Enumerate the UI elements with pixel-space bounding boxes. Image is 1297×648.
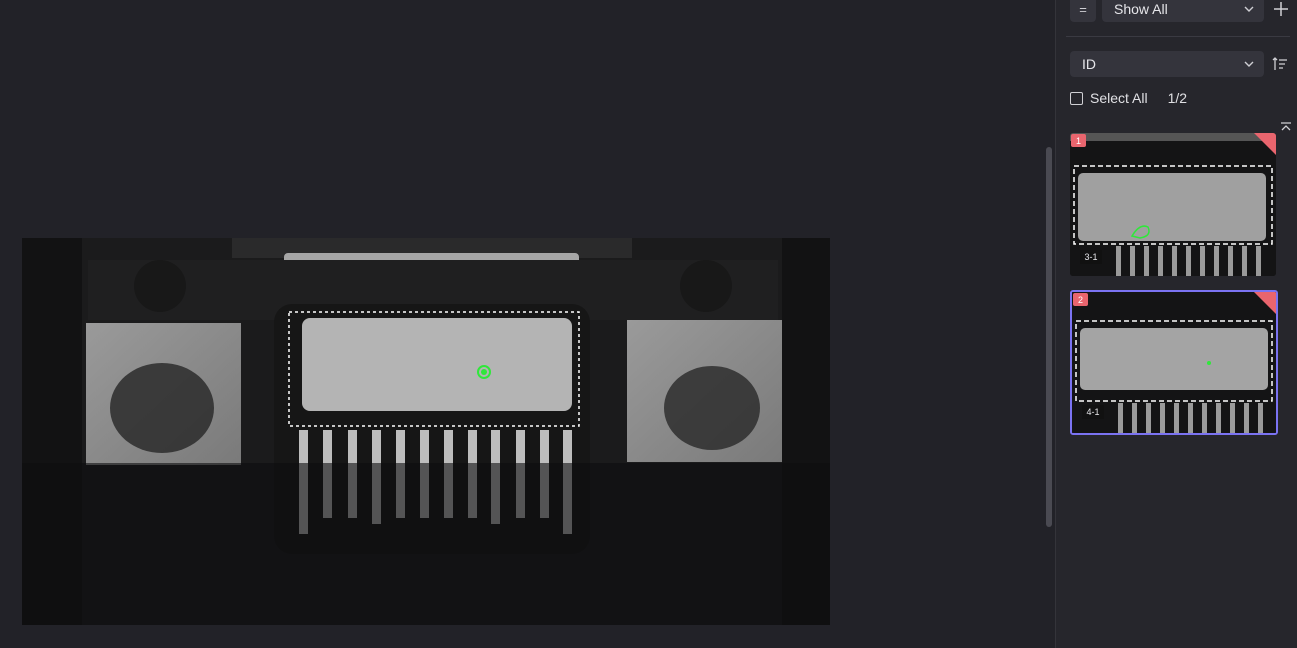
sort-select-value: ID xyxy=(1082,56,1096,72)
select-all-checkbox[interactable] xyxy=(1070,91,1083,105)
chevron-down-icon xyxy=(1244,6,1254,12)
flag-icon xyxy=(1254,133,1276,155)
sort-order-icon[interactable] xyxy=(1272,56,1288,72)
filter-select-value: Show All xyxy=(1114,1,1168,17)
selection-count: 1/2 xyxy=(1167,90,1188,106)
collapse-up-icon[interactable] xyxy=(1280,122,1292,132)
result-thumbnail[interactable]: 1 3-1 xyxy=(1070,133,1276,276)
image-viewer[interactable] xyxy=(0,0,1044,648)
connector-image xyxy=(22,238,830,625)
thumbnail-label: 3-1 xyxy=(1080,250,1102,264)
result-thumbnail-selected[interactable]: 2 4-1 xyxy=(1070,290,1278,435)
thumbnail-index: 2 xyxy=(1073,293,1088,306)
chevron-down-icon xyxy=(1244,61,1254,67)
filter-select[interactable]: Show All xyxy=(1102,0,1264,22)
flag-icon xyxy=(1254,292,1276,314)
add-icon[interactable] xyxy=(1272,0,1290,18)
vertical-scrollbar[interactable] xyxy=(1044,0,1055,648)
sort-select[interactable]: ID xyxy=(1070,51,1264,77)
thumbnail-label: 4-1 xyxy=(1082,405,1104,419)
results-panel: = Show All ID Select All 1/2 1 3-1 2 4-1 xyxy=(1055,0,1297,648)
divider xyxy=(1066,36,1290,37)
thumbnail-index: 1 xyxy=(1071,134,1086,147)
inspection-image[interactable] xyxy=(22,238,830,625)
select-all-row: Select All 1/2 xyxy=(1070,90,1187,106)
select-all-label[interactable]: Select All xyxy=(1090,90,1148,106)
filter-operator-button[interactable]: = xyxy=(1070,0,1096,22)
scrollbar-thumb[interactable] xyxy=(1046,147,1052,527)
